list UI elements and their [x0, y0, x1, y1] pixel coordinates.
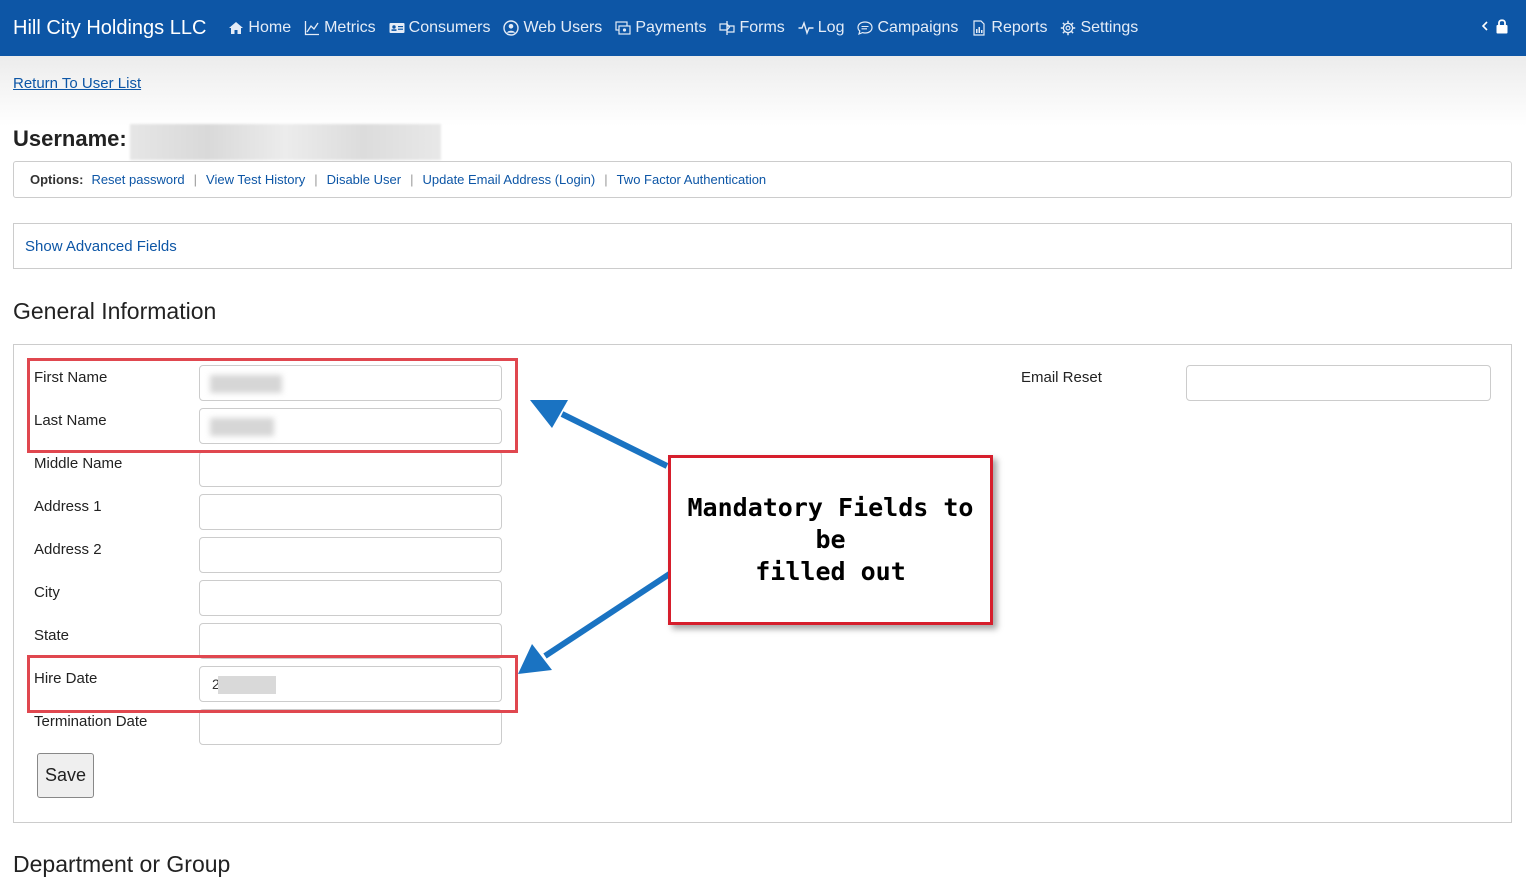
pulse-icon — [798, 20, 814, 36]
username-heading: Username: — [13, 126, 127, 151]
id-card-icon — [389, 23, 405, 33]
separator: | — [604, 172, 608, 187]
nav-log-label: Log — [817, 19, 845, 36]
nav-settings[interactable]: Settings — [1060, 19, 1138, 37]
chevron-left-icon[interactable] — [1482, 21, 1488, 31]
separator: | — [193, 172, 198, 187]
two-factor-auth-link[interactable]: Two Factor Authentication — [617, 172, 767, 187]
address-1-label: Address 1 — [34, 498, 102, 515]
nav-consumers-label: Consumers — [408, 19, 491, 36]
nav-campaigns[interactable]: Campaigns — [857, 19, 958, 37]
separator: | — [314, 172, 318, 187]
department-group-title: Department or Group — [13, 851, 231, 877]
return-to-user-list-link[interactable]: Return To User List — [13, 75, 141, 92]
view-test-history-link[interactable]: View Test History — [206, 172, 305, 187]
header-gradient — [0, 56, 1526, 126]
user-circle-icon — [503, 20, 520, 36]
disable-user-link[interactable]: Disable User — [327, 172, 401, 187]
gear-icon — [1061, 20, 1076, 36]
address-2-input[interactable] — [199, 537, 502, 573]
reset-password-link[interactable]: Reset password — [91, 172, 184, 187]
state-input[interactable] — [199, 623, 502, 659]
termination-date-label: Termination Date — [34, 713, 148, 730]
email-reset-input[interactable] — [1186, 365, 1491, 401]
nav-metrics[interactable]: Metrics — [304, 19, 376, 37]
mandatory-fields-callout: Mandatory Fields to be filled out — [668, 455, 993, 625]
report-icon — [973, 20, 986, 36]
callout-text-line-1: Mandatory Fields to be — [687, 493, 974, 554]
mandatory-highlight-names — [27, 358, 518, 453]
middle-name-label: Middle Name — [34, 455, 123, 472]
nav-web-users-label: Web Users — [523, 19, 603, 36]
options-label: Options: — [30, 172, 84, 187]
nav-campaigns-label: Campaigns — [877, 19, 959, 36]
nav-metrics-label: Metrics — [324, 19, 376, 36]
nav-payments-label: Payments — [635, 19, 707, 36]
email-reset-label: Email Reset — [1021, 369, 1102, 386]
save-button[interactable]: Save — [37, 753, 94, 798]
nav-forms[interactable]: Forms — [719, 19, 785, 37]
brand-title[interactable]: Hill City Holdings LLC — [13, 17, 206, 40]
termination-date-input[interactable] — [199, 709, 502, 745]
username-value-redacted — [130, 124, 441, 160]
nav-home-label: Home — [248, 19, 292, 36]
chart-line-icon — [304, 21, 320, 36]
nav-web-users[interactable]: Web Users — [503, 19, 602, 37]
nav-right-controls — [1482, 18, 1508, 34]
show-advanced-fields-link[interactable]: Show Advanced Fields — [25, 238, 177, 255]
chat-bubble-icon — [857, 21, 874, 36]
nav-forms-label: Forms — [739, 19, 785, 36]
nav-reports-label: Reports — [991, 19, 1048, 36]
city-input[interactable] — [199, 580, 502, 616]
forms-icon — [719, 21, 736, 35]
state-label: State — [34, 627, 70, 644]
lock-icon[interactable] — [1496, 18, 1508, 34]
options-bar: Options: Reset password | View Test Hist… — [13, 161, 1512, 198]
advanced-fields-panel: Show Advanced Fields — [13, 223, 1512, 269]
city-label: City — [34, 584, 60, 601]
top-nav-bar: Hill City Holdings LLC Home Metrics Cons… — [0, 0, 1526, 56]
address-1-input[interactable] — [199, 494, 502, 530]
payment-icon — [615, 21, 631, 35]
address-2-label: Address 2 — [34, 541, 102, 558]
nav-reports[interactable]: Reports — [971, 19, 1047, 37]
update-email-link[interactable]: Update Email Address (Login) — [422, 172, 595, 187]
general-information-title: General Information — [13, 298, 217, 324]
nav-home[interactable]: Home — [228, 19, 291, 37]
middle-name-input[interactable] — [199, 451, 502, 487]
callout-text-line-2: filled out — [755, 557, 906, 586]
nav-log[interactable]: Log — [798, 19, 845, 37]
separator: | — [410, 172, 414, 187]
nav-payments[interactable]: Payments — [615, 19, 706, 37]
mandatory-highlight-hire-date — [27, 655, 518, 713]
nav-settings-label: Settings — [1080, 19, 1139, 36]
home-icon — [229, 22, 244, 34]
nav-consumers[interactable]: Consumers — [389, 19, 491, 37]
